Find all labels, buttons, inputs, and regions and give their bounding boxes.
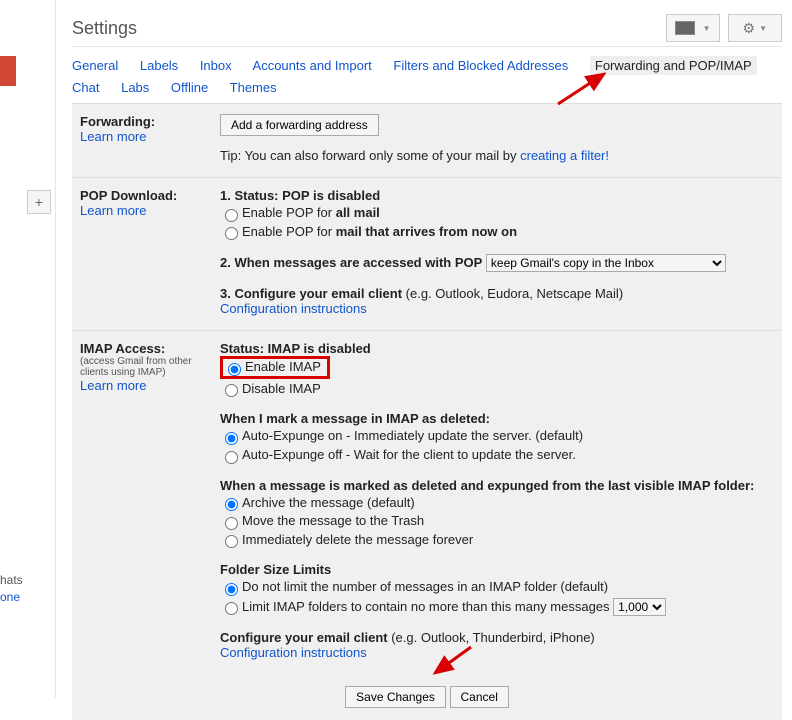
- tab-labels[interactable]: Labels: [140, 58, 178, 73]
- settings-tabs: General Labels Inbox Accounts and Import…: [72, 47, 782, 103]
- imap-config-paren: (e.g. Outlook, Thunderbird, iPhone): [391, 630, 595, 645]
- forwarding-label: Forwarding:: [80, 114, 210, 129]
- imap-enable-radio[interactable]: [228, 363, 241, 376]
- pop-enable-all-radio[interactable]: [225, 209, 238, 222]
- folder-nolimit-radio[interactable]: [225, 583, 238, 596]
- pop-enable-now-pre: Enable POP for: [242, 224, 336, 239]
- input-tools-button[interactable]: ▼: [666, 14, 720, 42]
- expunged-archive-radio[interactable]: [225, 498, 238, 511]
- keyboard-icon: [675, 21, 695, 35]
- pop-enable-all-pre: Enable POP for: [242, 205, 336, 220]
- expunged-delete-radio[interactable]: [225, 535, 238, 548]
- pop-enable-now-bold: mail that arrives from now on: [336, 224, 517, 239]
- tab-forwarding[interactable]: Forwarding and POP/IMAP: [590, 56, 757, 75]
- imap-status-value: IMAP is disabled: [268, 341, 371, 356]
- pop-config-label: 3. Configure your email client: [220, 286, 406, 301]
- forwarding-tip: Tip: You can also forward only some of y…: [220, 148, 520, 163]
- imap-label: IMAP Access:: [80, 341, 210, 356]
- tab-accounts[interactable]: Accounts and Import: [253, 58, 372, 73]
- chevron-down-icon: ▼: [703, 24, 711, 33]
- folder-limit-label: Limit IMAP folders to contain no more th…: [242, 599, 610, 614]
- left-text-one[interactable]: one: [0, 590, 20, 604]
- tab-offline[interactable]: Offline: [171, 80, 208, 95]
- pop-config-paren: (e.g. Outlook, Eudora, Netscape Mail): [406, 286, 624, 301]
- creating-filter-link[interactable]: creating a filter!: [520, 148, 609, 163]
- folder-limit-select[interactable]: 1,000: [613, 598, 666, 616]
- cancel-button[interactable]: Cancel: [450, 686, 509, 708]
- imap-status-label: Status:: [220, 341, 268, 356]
- imap-disable-label: Disable IMAP: [242, 381, 321, 396]
- save-changes-button[interactable]: Save Changes: [345, 686, 446, 708]
- add-forwarding-button[interactable]: Add a forwarding address: [220, 114, 379, 136]
- pop-enable-now-radio[interactable]: [225, 227, 238, 240]
- folder-nolimit-label: Do not limit the number of messages in a…: [242, 579, 608, 594]
- expunge-off-radio[interactable]: [225, 451, 238, 464]
- tab-labs[interactable]: Labs: [121, 80, 149, 95]
- pop-enable-all-bold: all mail: [336, 205, 380, 220]
- imap-sublabel: (access Gmail from other clients using I…: [80, 356, 210, 378]
- pop-label: POP Download:: [80, 188, 210, 203]
- imap-config-link[interactable]: Configuration instructions: [220, 645, 774, 660]
- settings-gear-button[interactable]: ⚙ ▼: [728, 14, 782, 42]
- expunge-on-label: Auto-Expunge on - Immediately update the…: [242, 428, 583, 443]
- imap-enable-label: Enable IMAP: [245, 359, 321, 374]
- enable-imap-highlight: Enable IMAP: [220, 356, 330, 379]
- chevron-down-icon: ▼: [759, 24, 767, 33]
- imap-disable-radio[interactable]: [225, 384, 238, 397]
- imap-learn-more[interactable]: Learn more: [80, 378, 210, 393]
- pop-config-link[interactable]: Configuration instructions: [220, 301, 774, 316]
- pop-status-value: POP is disabled: [282, 188, 380, 203]
- imap-mark-header: When I mark a message in IMAP as deleted…: [220, 411, 774, 426]
- expunge-off-label: Auto-Expunge off - Wait for the client t…: [242, 447, 576, 462]
- expunge-on-radio[interactable]: [225, 432, 238, 445]
- pop-access-label: 2. When messages are accessed with POP: [220, 255, 482, 270]
- tab-filters[interactable]: Filters and Blocked Addresses: [393, 58, 568, 73]
- folder-limit-radio[interactable]: [225, 602, 238, 615]
- pop-access-select[interactable]: keep Gmail's copy in the Inbox: [486, 254, 726, 272]
- left-text-hats: hats: [0, 573, 23, 587]
- tab-themes[interactable]: Themes: [230, 80, 277, 95]
- forwarding-learn-more[interactable]: Learn more: [80, 129, 210, 144]
- compose-indicator: [0, 56, 16, 86]
- pop-learn-more[interactable]: Learn more: [80, 203, 210, 218]
- pop-status-label: 1. Status:: [220, 188, 282, 203]
- page-title: Settings: [72, 18, 658, 39]
- imap-config-label: Configure your email client: [220, 630, 391, 645]
- gear-icon: ⚙: [743, 20, 756, 37]
- expunged-delete-label: Immediately delete the message forever: [242, 532, 473, 547]
- imap-expunged-header: When a message is marked as deleted and …: [220, 478, 774, 493]
- expunged-archive-label: Archive the message (default): [242, 495, 415, 510]
- folder-limit-header: Folder Size Limits: [220, 562, 774, 577]
- expunged-trash-radio[interactable]: [225, 517, 238, 530]
- chat-plus-button[interactable]: +: [27, 190, 51, 214]
- expunged-trash-label: Move the message to the Trash: [242, 513, 424, 528]
- tab-general[interactable]: General: [72, 58, 118, 73]
- tab-inbox[interactable]: Inbox: [200, 58, 232, 73]
- tab-chat[interactable]: Chat: [72, 80, 99, 95]
